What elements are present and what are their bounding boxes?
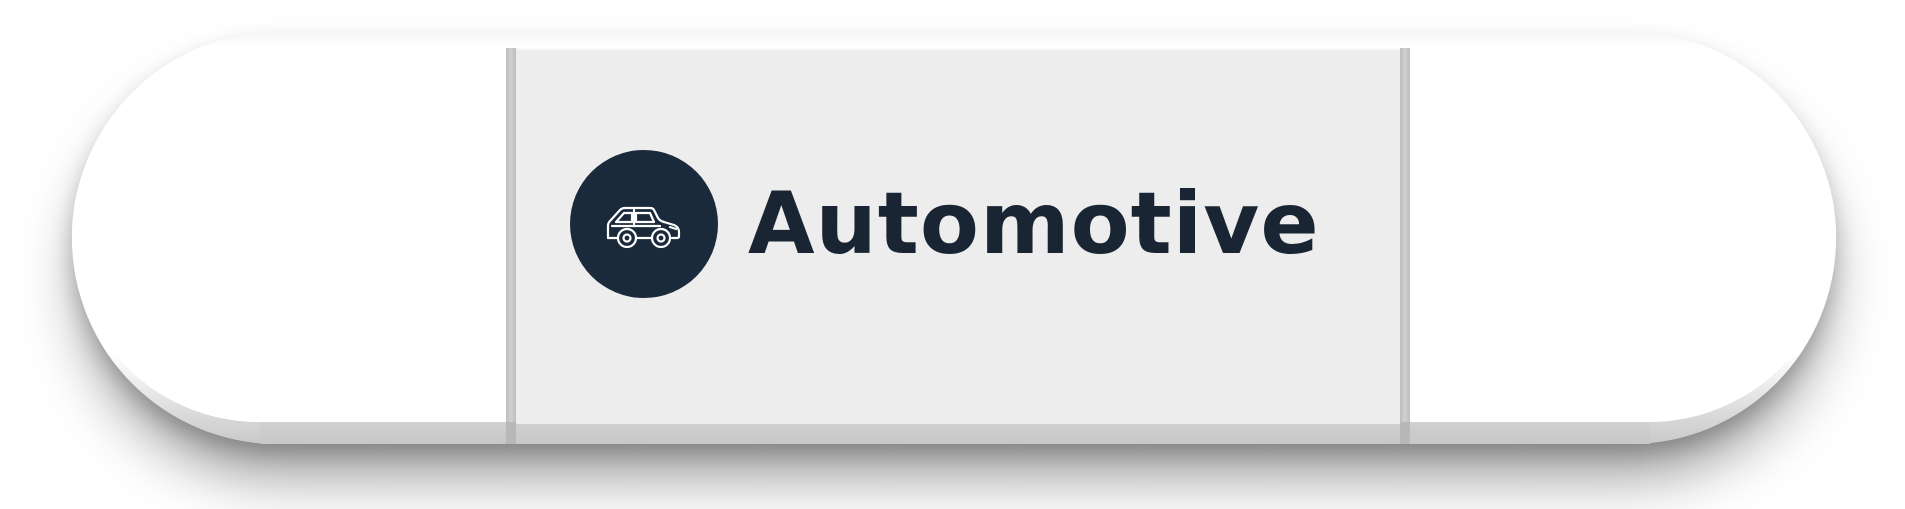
- car-icon: [570, 150, 718, 298]
- category-badge[interactable]: Automotive: [570, 150, 1320, 298]
- right-divider: [1400, 48, 1410, 422]
- automotive-card[interactable]: Automotive: [0, 0, 1905, 509]
- right-divider-base: [1400, 422, 1410, 444]
- category-label: Automotive: [748, 174, 1320, 274]
- pill-lip: [260, 422, 1650, 444]
- left-divider: [506, 48, 516, 422]
- left-divider-base: [506, 422, 516, 444]
